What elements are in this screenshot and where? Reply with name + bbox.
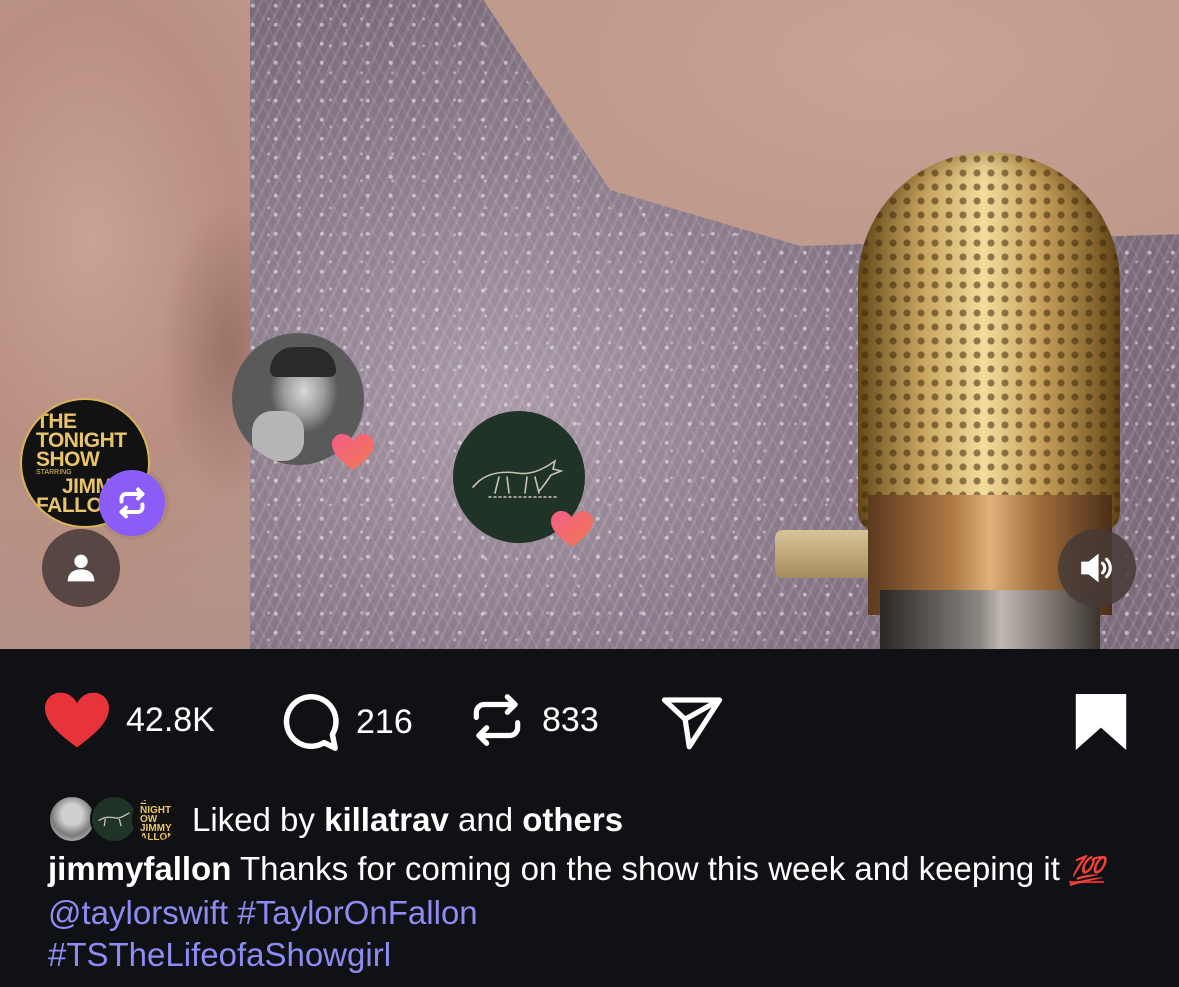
microphone-stand (880, 590, 1100, 649)
liked-by-text: Liked by killatrav and others (192, 801, 623, 839)
comment-count[interactable]: 216 (356, 703, 413, 742)
hashtag-link[interactable]: #TaylorOnFallon (237, 894, 477, 931)
repost-badge (99, 470, 165, 536)
like-action: 42.8K (42, 689, 215, 751)
heart-icon (330, 432, 376, 472)
comment-action: 216 (276, 689, 413, 755)
mention-link[interactable]: @taylorswift (48, 894, 228, 931)
post-caption: jimmyfallon Thanks for coming on the sho… (48, 848, 1148, 976)
caption-text: Thanks for coming on the show this week … (239, 850, 1060, 887)
speaker-on-icon (1081, 553, 1112, 583)
wolf-logo-icon (472, 459, 564, 498)
liked-by-prefix: Liked by (192, 801, 315, 838)
send-icon[interactable] (658, 689, 726, 755)
repost-action: 833 (466, 689, 599, 751)
save-action (1073, 691, 1129, 753)
heart-icon (549, 509, 595, 549)
logo-line: THE (36, 409, 77, 433)
sound-toggle-button[interactable] (1058, 529, 1136, 607)
liked-by-user-link[interactable]: killatrav (324, 801, 449, 838)
liked-by-avatars: E NIGHT OW JIMMY ALLON (48, 793, 182, 847)
mini-logo-line: ALLON (140, 831, 175, 843)
caption-username[interactable]: jimmyfallon (48, 850, 231, 887)
hundred-points-emoji: 💯 (1069, 855, 1104, 886)
person-icon (67, 554, 95, 582)
post-video[interactable]: THE TONIGHT SHOW STARRING JIMMY FALLON (0, 0, 1179, 649)
mini-avatar-wolf (90, 795, 138, 843)
heart-filled-icon[interactable] (42, 689, 112, 751)
wolf-logo-icon (98, 812, 130, 827)
share-action (658, 689, 726, 755)
tagged-people-button[interactable] (42, 529, 120, 607)
avatar-hair (270, 347, 336, 377)
bookmark-icon[interactable] (1073, 691, 1129, 753)
avatar-arm (252, 411, 304, 461)
comment-icon[interactable] (276, 689, 342, 755)
repost-icon (119, 487, 145, 519)
like-count[interactable]: 42.8K (126, 701, 215, 740)
repost-icon[interactable] (466, 689, 528, 751)
logo-line: TONIGHT (36, 428, 127, 452)
microphone-head (858, 152, 1120, 532)
hashtag-link[interactable]: #TSTheLifeofaShowgirl (48, 936, 391, 973)
action-bar: 42.8K 216 833 (0, 649, 1179, 789)
repost-count[interactable]: 833 (542, 701, 599, 740)
mini-avatar-jimmyfallon: E NIGHT OW JIMMY ALLON (132, 795, 180, 843)
liked-by-conjunction: and (458, 801, 514, 838)
liked-by-row[interactable]: E NIGHT OW JIMMY ALLON Liked by killatra… (48, 793, 623, 847)
logo-line: SHOW (36, 447, 100, 471)
mini-avatar-killatrav (48, 795, 96, 843)
liked-by-others-link[interactable]: others (522, 801, 623, 838)
mic-bracket (775, 530, 875, 578)
